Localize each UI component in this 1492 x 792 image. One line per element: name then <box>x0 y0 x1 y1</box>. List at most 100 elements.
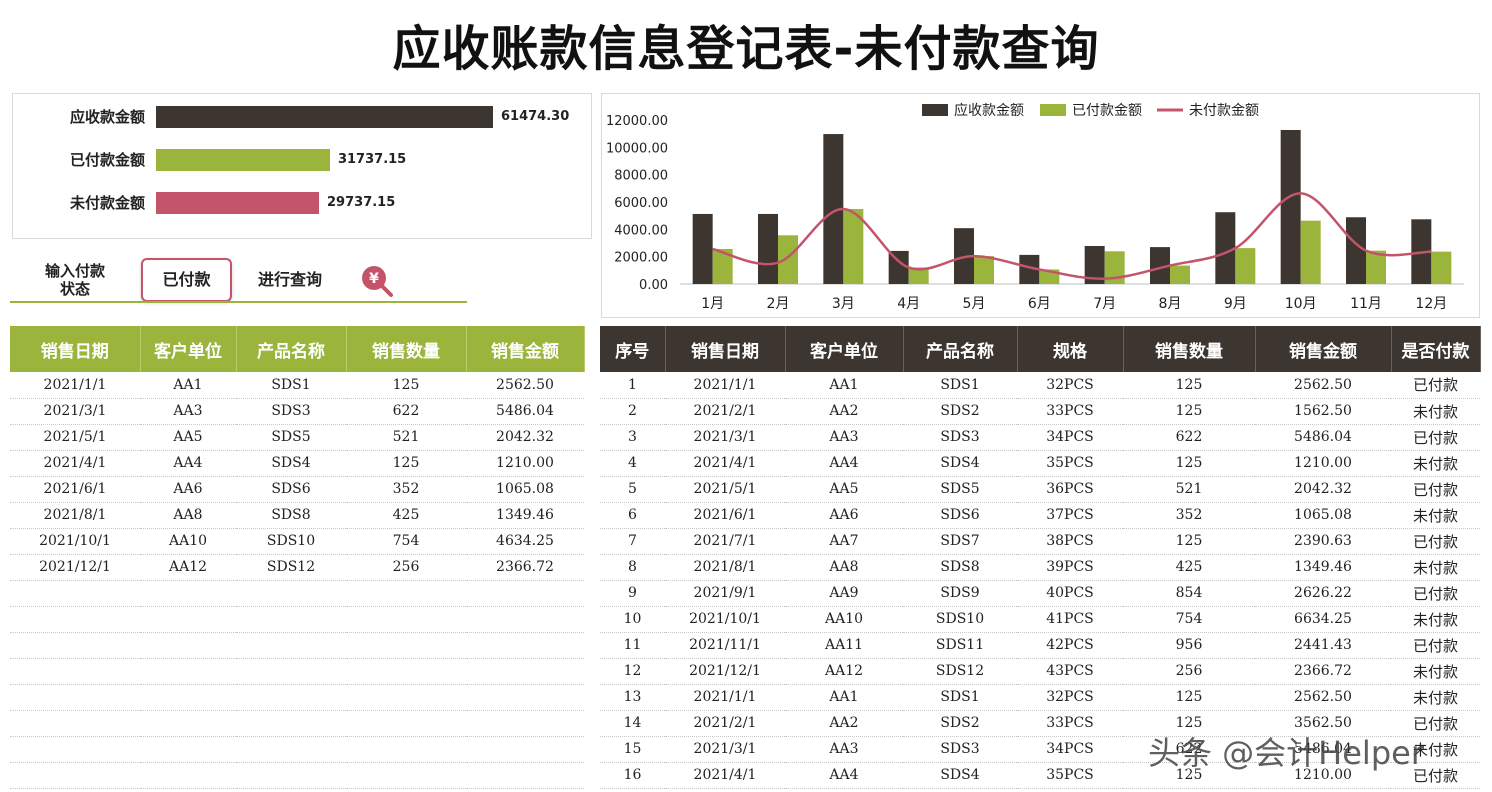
table-cell: 39PCS <box>1017 554 1123 581</box>
table-cell: 2562.50 <box>466 372 584 399</box>
table-cell: 2021/6/1 <box>665 502 785 529</box>
table-row: 2021/3/1 AA3 SDS3 622 5486.04 <box>10 398 584 425</box>
legend-label: 应收款金额 <box>954 102 1024 119</box>
table-cell <box>346 580 466 607</box>
table-cell: 34PCS <box>1017 736 1123 763</box>
table-cell: 14 <box>600 710 665 737</box>
table-cell: AA8 <box>785 554 903 581</box>
table-cell: AA3 <box>785 736 903 763</box>
y-tick-label: 0.00 <box>639 278 668 293</box>
table-cell: 已付款 <box>1391 424 1480 451</box>
table-cell: 622 <box>346 398 466 425</box>
table-cell: 2021/1/1 <box>665 372 785 399</box>
table-cell: 2021/9/1 <box>665 580 785 607</box>
table-cell: 352 <box>346 476 466 503</box>
summary-label: 未付款金额 <box>69 194 145 212</box>
table-cell: AA3 <box>140 398 236 425</box>
table-cell: AA1 <box>785 372 903 399</box>
table-cell: 35PCS <box>1017 450 1123 477</box>
table-cell <box>466 606 584 633</box>
watermark: 头条 @会计Helper <box>1148 734 1424 772</box>
table-cell <box>140 580 236 607</box>
table-cell: 2021/1/1 <box>665 684 785 711</box>
table-cell: SDS3 <box>903 736 1017 763</box>
x-tick-label: 6月 <box>1028 296 1051 312</box>
table-cell: 352 <box>1123 502 1255 529</box>
table-cell <box>140 684 236 711</box>
table-cell: 125 <box>346 450 466 477</box>
legend-label: 已付款金额 <box>1072 103 1142 119</box>
table-cell: AA5 <box>785 476 903 503</box>
table-cell: 2021/10/1 <box>10 528 140 555</box>
legend-swatch <box>922 104 948 116</box>
x-tick-label: 1月 <box>701 296 724 312</box>
bar-paid <box>1300 220 1321 284</box>
summary-value: 31737.15 <box>337 152 407 167</box>
table-cell: 12 <box>600 658 665 685</box>
table-cell: 2390.63 <box>1255 528 1391 555</box>
column-header: 序号 <box>600 326 666 372</box>
table-row: 2021/1/1 AA1 SDS1 125 2562.50 <box>10 372 584 399</box>
table-cell: SDS4 <box>236 450 346 477</box>
table-cell: 2366.72 <box>1255 658 1391 685</box>
bar-receivable <box>1215 212 1236 284</box>
table-cell: SDS6 <box>903 502 1017 529</box>
table-cell: 754 <box>1123 606 1255 633</box>
table-cell: 1210.00 <box>1255 450 1391 477</box>
table-cell: 13 <box>600 684 665 711</box>
table-row: 13 2021/1/1 AA1 SDS1 32PCS 125 2562.50 未付款 <box>600 684 1480 711</box>
table-cell: 5486.04 <box>1255 424 1391 451</box>
table-cell: 5 <box>600 476 665 503</box>
table-cell <box>346 632 466 659</box>
table-row: 3 2021/3/1 AA3 SDS3 34PCS 622 5486.04 已付款 <box>600 424 1480 451</box>
summary-chart: 应收款金额 61474.30 已付款金额 31737.15 未付款金额 2973… <box>12 93 592 239</box>
table-cell: 未付款 <box>1391 450 1480 477</box>
table-cell <box>466 684 584 711</box>
bar-paid <box>974 256 994 284</box>
column-header: 销售日期 <box>10 326 141 372</box>
table-row <box>10 762 584 789</box>
table-cell: SDS11 <box>903 632 1017 659</box>
x-tick-label: 3月 <box>832 296 855 312</box>
table-row <box>10 606 584 633</box>
table-cell: 未付款 <box>1391 606 1480 633</box>
summary-value: 61474.30 <box>501 109 570 124</box>
table-cell: SDS9 <box>903 580 1017 607</box>
y-tick-label: 8000.00 <box>614 169 668 184</box>
search-icon[interactable]: ¥ <box>360 264 394 298</box>
query-button[interactable]: 进行查询 <box>250 266 330 294</box>
table-row: 4 2021/4/1 AA4 SDS4 35PCS 125 1210.00 未付款 <box>600 450 1480 477</box>
table-cell <box>140 762 236 789</box>
table-cell: 256 <box>1123 658 1255 685</box>
table-cell <box>346 710 466 737</box>
table-cell: 2021/5/1 <box>10 424 140 451</box>
table-cell: 2021/2/1 <box>665 710 785 737</box>
table-cell: AA11 <box>785 632 903 659</box>
table-header-row: 序号 销售日期 客户单位 产品名称 规格 销售数量 销售金额 是否付款 <box>600 326 1481 372</box>
table-row: 2021/5/1 AA5 SDS5 521 2042.32 <box>10 424 584 451</box>
summary-value: 29737.15 <box>327 195 396 210</box>
table-cell: 已付款 <box>1391 476 1480 503</box>
table-cell: 956 <box>1123 632 1255 659</box>
bar-receivable <box>1280 129 1301 284</box>
table-cell: 未付款 <box>1391 658 1480 685</box>
table-cell: 854 <box>1123 580 1255 607</box>
table-cell: 1349.46 <box>1255 554 1391 581</box>
column-header: 销售数量 <box>1123 326 1256 372</box>
summary-row-receivable: 应收款金额 61474.30 <box>13 106 591 128</box>
table-row <box>10 736 584 763</box>
table-cell: 125 <box>1123 528 1255 555</box>
filtered-table: 销售日期 客户单位 产品名称 销售数量 销售金额 2021/1/1 AA1 SDS1 125 2… <box>10 326 585 789</box>
query-divider <box>10 301 467 303</box>
column-header: 是否付款 <box>1391 326 1481 372</box>
table-cell <box>10 710 140 737</box>
table-row: 2021/12/1 AA12 SDS12 256 2366.72 <box>10 554 584 581</box>
table-cell <box>346 762 466 789</box>
table-row: 10 2021/10/1 AA10 SDS10 41PCS 754 6634.25 未付款 <box>600 606 1480 633</box>
payment-status-input[interactable]: 已付款 <box>141 258 232 302</box>
table-cell: 2021/3/1 <box>665 424 785 451</box>
table-cell <box>10 684 140 711</box>
summary-label: 已付款金额 <box>69 151 145 169</box>
table-cell: 2021/3/1 <box>10 398 140 425</box>
table-cell: 33PCS <box>1017 710 1123 737</box>
